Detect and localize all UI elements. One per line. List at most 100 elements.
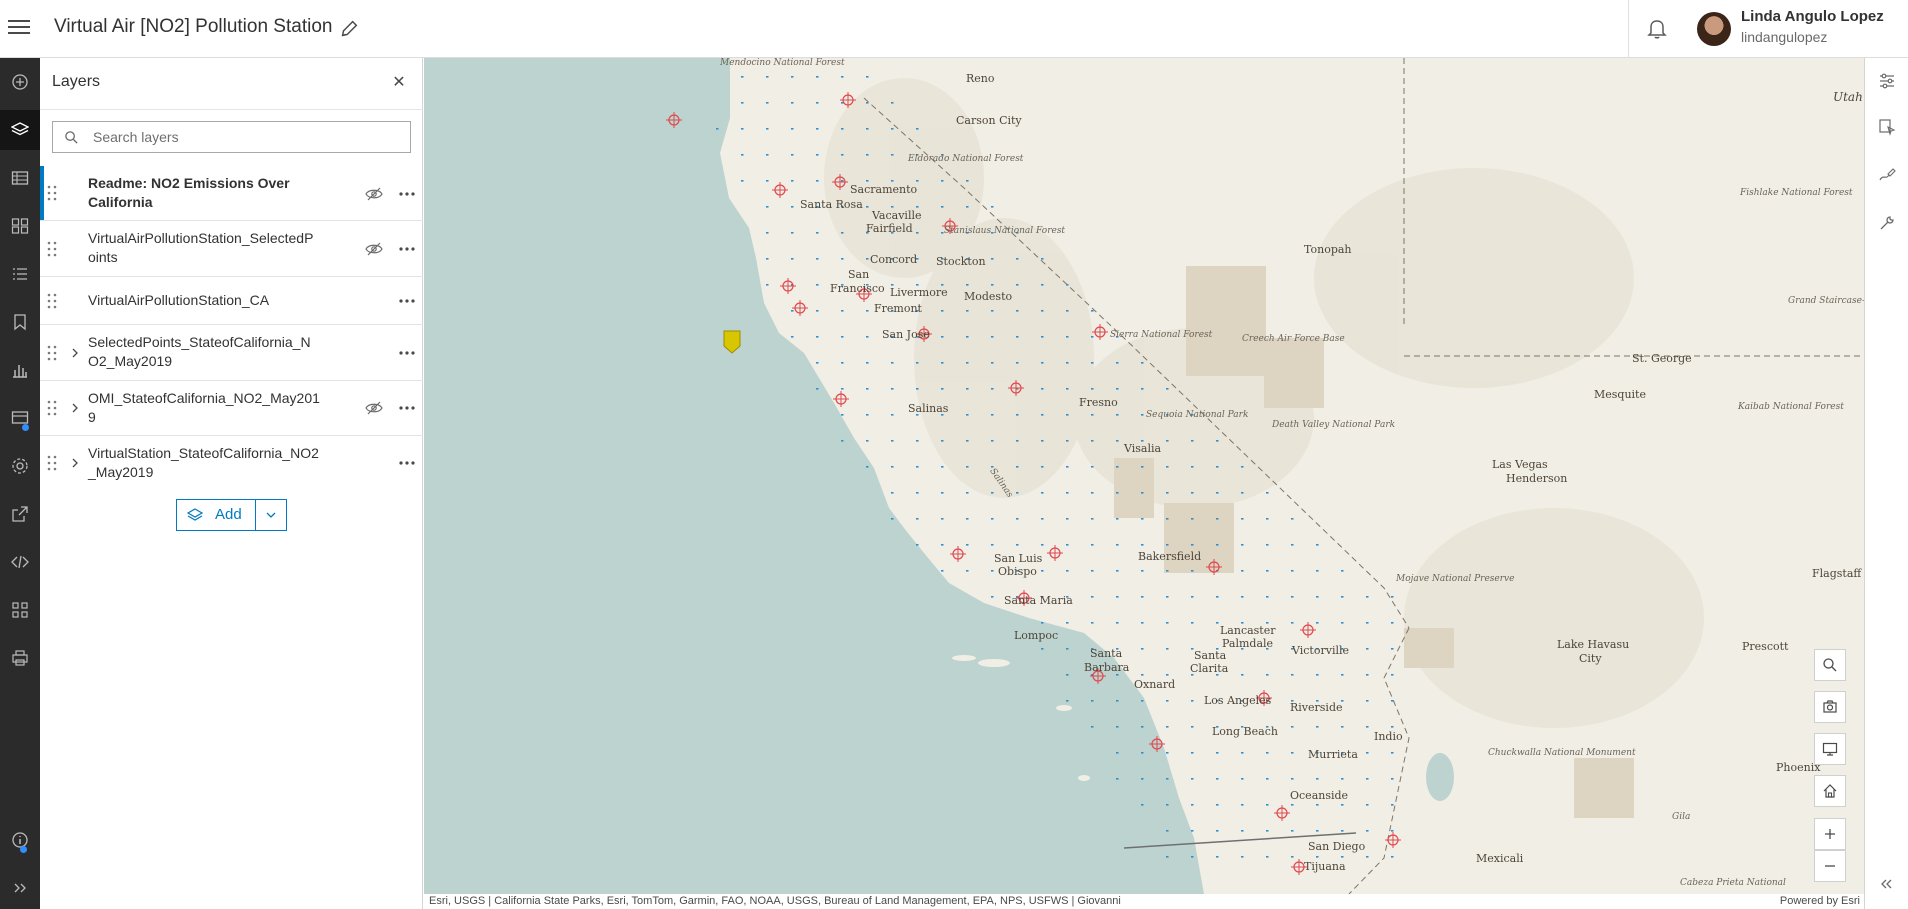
collapse-icon[interactable] bbox=[1878, 876, 1894, 892]
close-icon[interactable]: ✕ bbox=[390, 74, 408, 92]
expand-icon[interactable] bbox=[0, 868, 40, 908]
no2-grid-point bbox=[1016, 310, 1019, 312]
information-icon[interactable] bbox=[0, 820, 40, 860]
home-icon[interactable] bbox=[1814, 775, 1846, 807]
avatar[interactable] bbox=[1697, 12, 1731, 46]
drag-handle-icon[interactable] bbox=[47, 400, 57, 416]
attribution-text[interactable]: Esri, USGS | California State Parks, Esr… bbox=[429, 894, 1121, 909]
no2-grid-point bbox=[1141, 778, 1144, 780]
hidden-eye-icon[interactable] bbox=[365, 401, 383, 415]
user-name[interactable]: Linda Angulo Lopez bbox=[1741, 8, 1884, 25]
hidden-eye-icon[interactable] bbox=[365, 187, 383, 201]
no2-grid-point bbox=[991, 310, 994, 312]
no2-grid-point bbox=[1066, 518, 1069, 520]
pencil-icon[interactable] bbox=[338, 18, 360, 40]
add-icon[interactable] bbox=[0, 62, 40, 102]
no2-grid-point bbox=[1041, 492, 1044, 494]
no2-grid-point bbox=[991, 596, 994, 598]
charts-icon[interactable] bbox=[0, 350, 40, 390]
legend-icon[interactable] bbox=[0, 254, 40, 294]
table-icon[interactable] bbox=[0, 158, 40, 198]
no2-grid-point bbox=[1366, 622, 1369, 624]
powered-by-text[interactable]: Powered by Esri bbox=[1780, 894, 1860, 909]
no2-grid-point bbox=[1116, 544, 1119, 546]
map-pin-icon[interactable] bbox=[723, 330, 741, 354]
drag-handle-icon[interactable] bbox=[47, 455, 57, 471]
layers-icon[interactable] bbox=[0, 110, 40, 150]
no2-grid-point bbox=[1141, 648, 1144, 650]
no2-grid-point bbox=[1041, 414, 1044, 416]
apps-icon[interactable] bbox=[0, 590, 40, 630]
chevron-right-icon[interactable] bbox=[70, 347, 80, 359]
basemap-icon[interactable] bbox=[0, 206, 40, 246]
no2-grid-point bbox=[841, 232, 844, 234]
no2-grid-point bbox=[1166, 778, 1169, 780]
layer-item[interactable]: VirtualStation_StateofCalifornia_NO2_May… bbox=[40, 436, 423, 491]
no2-grid-point bbox=[916, 388, 919, 390]
no2-grid-point bbox=[1191, 700, 1194, 702]
more-options-icon[interactable] bbox=[398, 191, 416, 197]
no2-grid-point bbox=[1291, 544, 1294, 546]
station-crosshair bbox=[833, 391, 849, 407]
bookmark-icon[interactable] bbox=[0, 302, 40, 342]
no2-grid-point bbox=[1066, 570, 1069, 572]
map-label: Lompoc bbox=[1014, 629, 1059, 642]
drag-handle-icon[interactable] bbox=[47, 345, 57, 361]
search-icon bbox=[65, 131, 78, 144]
no2-grid-point bbox=[991, 518, 994, 520]
drag-handle-icon[interactable] bbox=[47, 185, 57, 201]
drag-handle-icon[interactable] bbox=[47, 241, 57, 257]
screenshot-icon[interactable] bbox=[1814, 691, 1846, 723]
station-crosshair bbox=[1385, 832, 1401, 848]
no2-grid-point bbox=[1091, 388, 1094, 390]
more-options-icon[interactable] bbox=[398, 405, 416, 411]
properties-icon[interactable] bbox=[1865, 58, 1908, 104]
no2-grid-point bbox=[1091, 414, 1094, 416]
print-icon[interactable] bbox=[0, 638, 40, 678]
search-icon[interactable] bbox=[1814, 649, 1846, 681]
right-action-bar bbox=[1864, 58, 1908, 909]
tables-icon[interactable] bbox=[0, 398, 40, 438]
map-label: Santa Maria bbox=[1004, 594, 1073, 607]
no2-grid-point bbox=[1066, 310, 1069, 312]
no2-grid-point bbox=[1016, 336, 1019, 338]
configure-icon[interactable] bbox=[1865, 200, 1908, 246]
more-options-icon[interactable] bbox=[398, 460, 416, 466]
more-options-icon[interactable] bbox=[398, 350, 416, 356]
salton-sea bbox=[1426, 753, 1454, 801]
chevron-down-icon[interactable] bbox=[265, 510, 277, 520]
basemap bbox=[424, 58, 1864, 894]
layer-item[interactable]: Readme: NO2 Emissions Over California bbox=[40, 166, 423, 221]
drag-handle-icon[interactable] bbox=[47, 293, 57, 309]
menu-icon[interactable] bbox=[8, 17, 30, 39]
search-layers-input[interactable]: Search layers bbox=[52, 121, 411, 153]
bell-icon[interactable] bbox=[1645, 16, 1669, 40]
chevron-right-icon[interactable] bbox=[70, 402, 80, 414]
no2-grid-point bbox=[891, 466, 894, 468]
zoom-in-button[interactable] bbox=[1814, 818, 1846, 850]
chevron-right-icon[interactable] bbox=[70, 457, 80, 469]
properties-icon[interactable] bbox=[0, 446, 40, 486]
map-view[interactable]: Mendocino National Forest Reno Carson Ci… bbox=[424, 58, 1864, 894]
hidden-eye-icon[interactable] bbox=[365, 242, 383, 256]
layer-item[interactable]: SelectedPoints_StateofCalifornia_NO2_May… bbox=[40, 325, 423, 381]
share-icon[interactable] bbox=[0, 494, 40, 534]
map-label: San Jose bbox=[882, 328, 930, 341]
no2-grid-point bbox=[1316, 674, 1319, 676]
embed-icon[interactable] bbox=[0, 542, 40, 582]
user-login[interactable]: lindangulopez bbox=[1741, 29, 1827, 45]
more-options-icon[interactable] bbox=[398, 298, 416, 304]
add-layer-button[interactable]: Add bbox=[176, 499, 287, 531]
sketch-icon[interactable] bbox=[1865, 152, 1908, 198]
layer-item[interactable]: OMI_StateofCalifornia_NO2_May2019 bbox=[40, 381, 423, 436]
display-icon[interactable] bbox=[1814, 733, 1846, 765]
no2-grid-point bbox=[1091, 492, 1094, 494]
styles-icon[interactable] bbox=[1865, 104, 1908, 150]
zoom-out-button[interactable] bbox=[1814, 850, 1846, 882]
no2-grid-point bbox=[966, 544, 969, 546]
layer-item[interactable]: VirtualAirPollutionStation_CA bbox=[40, 277, 423, 325]
layer-item[interactable]: VirtualAirPollutionStation_SelectedPoint… bbox=[40, 221, 423, 277]
no2-grid-point bbox=[791, 154, 794, 156]
no2-grid-point bbox=[841, 388, 844, 390]
more-options-icon[interactable] bbox=[398, 246, 416, 252]
